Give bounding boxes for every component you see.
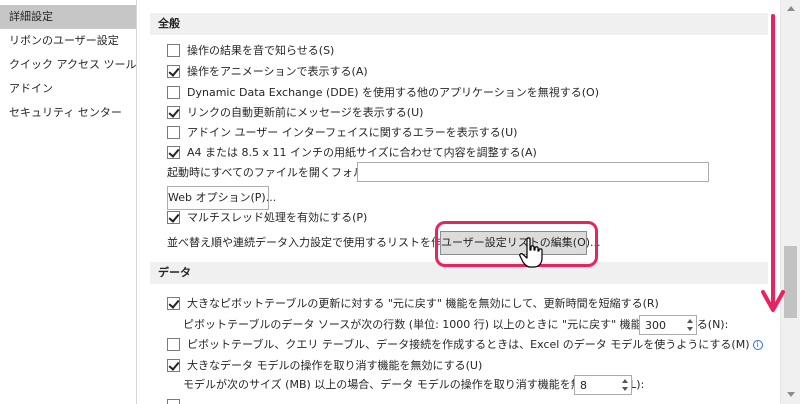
option-label-text: ピボットテーブル、クエリ テーブル、データ接続を作成するときは、Excel のデ… — [187, 338, 750, 351]
spinner-arrows[interactable] — [619, 376, 631, 394]
sidebar-item-advanced[interactable]: 詳細設定 — [0, 5, 136, 29]
scroll-up-icon[interactable] — [787, 6, 795, 11]
checkbox[interactable] — [167, 65, 180, 78]
option-label: アドイン ユーザー インターフェイスに関するエラーを表示する(U) — [187, 126, 518, 139]
spinner-up-icon[interactable] — [687, 319, 693, 323]
checkbox[interactable] — [167, 359, 180, 372]
option-prefer-data-model[interactable]: ピボットテーブル、クエリ テーブル、データ接続を作成するときは、Excel のデ… — [167, 336, 767, 354]
sidebar-item-quick-access-toolbar[interactable]: クイック アクセス ツール バー — [0, 53, 162, 77]
option-label: 操作をアニメーションで表示する(A) — [187, 65, 368, 78]
custom-list-label: 並べ替え順や連続データ入力設定で使用するリストを作成します: — [167, 236, 490, 249]
checkbox[interactable] — [167, 146, 180, 159]
option-animation[interactable]: 操作をアニメーションで表示する(A) — [167, 63, 767, 81]
spinner-down-icon[interactable] — [687, 327, 693, 331]
sidebar-item-label: アドイン — [9, 82, 53, 95]
checkbox[interactable] — [167, 211, 180, 224]
spinner-value: 8 — [580, 379, 587, 392]
web-options-button[interactable]: Web オプション(P)... — [167, 186, 276, 210]
sidebar-item-addins[interactable]: アドイン — [0, 77, 136, 101]
checkbox[interactable] — [167, 86, 180, 99]
options-main-panel: 全般 操作の結果を音で知らせる(S) 操作をアニメーションで表示する(A) Dy… — [138, 0, 780, 404]
checkbox[interactable] — [167, 106, 180, 119]
hand-cursor-icon — [519, 237, 543, 268]
info-icon[interactable]: i — [752, 340, 763, 350]
option-label: Dynamic Data Exchange (DDE) を使用する他のアプリケー… — [187, 86, 600, 99]
checkbox[interactable] — [167, 338, 180, 351]
checkbox[interactable] — [167, 297, 180, 310]
option-label: マルチスレッド処理を有効にする(P) — [187, 211, 368, 224]
checkbox[interactable] — [167, 44, 180, 57]
option-disable-pivot-undo[interactable]: 大きなピボットテーブルの更新に対する "元に戻す" 機能を無効にして、更新時間を… — [167, 295, 767, 313]
startup-folder-label: 起動時にすべてのファイルを開くフォルダー(L): — [167, 166, 405, 179]
section-header-general: 全般 — [150, 13, 768, 35]
option-addin-ui-errors[interactable]: アドイン ユーザー インターフェイスに関するエラーを表示する(U) — [167, 124, 767, 142]
model-size-threshold-label: モデルが次のサイズ (MB) 以上の場合、データ モデルの操作を取り消す機能を無… — [183, 378, 645, 391]
annotation-highlight-box — [435, 221, 598, 267]
option-disable-model-undo[interactable]: 大きなデータ モデルの操作を取り消す機能を無効にする(U) — [167, 357, 767, 375]
annotation-down-arrow-icon — [761, 14, 785, 312]
sidebar-item-label: リボンのユーザー設定 — [9, 34, 119, 47]
pivot-rows-threshold-label: ピボットテーブルのデータ ソースが次の行数 (単位: 1000 行) 以上のとき… — [183, 318, 729, 331]
scroll-down-icon[interactable] — [787, 392, 795, 397]
option-label: 大きなピボットテーブルの更新に対する "元に戻す" 機能を無効にして、更新時間を… — [187, 297, 659, 310]
option-label: A4 または 8.5 x 11 インチの用紙サイズに合わせて内容を調整する(A) — [187, 146, 537, 159]
option-label: ピボットテーブル、クエリ テーブル、データ接続を作成するときは、Excel のデ… — [187, 336, 763, 354]
checkbox[interactable] — [167, 399, 180, 404]
spinner-arrows[interactable] — [684, 316, 696, 334]
option-link-update-prompt[interactable]: リンクの自動更新前にメッセージを表示する(U) — [167, 104, 767, 122]
startup-folder-input[interactable] — [357, 162, 709, 182]
pivot-rows-threshold-spinner[interactable]: 300 — [639, 315, 697, 335]
option-label: リンクの自動更新前にメッセージを表示する(U) — [187, 106, 424, 119]
option-sound-feedback[interactable]: 操作の結果を音で知らせる(S) — [167, 42, 767, 60]
sidebar-item-label: セキュリティ センター — [9, 106, 122, 119]
options-sidebar: 詳細設定 リボンのユーザー設定 クイック アクセス ツール バー アドイン セキ… — [0, 0, 162, 404]
spinner-up-icon[interactable] — [622, 379, 628, 383]
option-label: 操作の結果を音で知らせる(S) — [187, 44, 335, 57]
checkbox[interactable] — [167, 126, 180, 139]
sidebar-item-label: 詳細設定 — [9, 10, 53, 23]
option-label: 大きなデータ モデルの操作を取り消す機能を無効にする(U) — [187, 359, 483, 372]
spinner-down-icon[interactable] — [622, 387, 628, 391]
option-partially-hidden[interactable] — [167, 397, 767, 404]
option-scale-paper-size[interactable]: A4 または 8.5 x 11 インチの用紙サイズに合わせて内容を調整する(A) — [167, 144, 767, 162]
sidebar-item-customize-ribbon[interactable]: リボンのユーザー設定 — [0, 29, 136, 53]
option-ignore-dde[interactable]: Dynamic Data Exchange (DDE) を使用する他のアプリケー… — [167, 84, 767, 102]
model-size-threshold-spinner[interactable]: 8 — [574, 375, 632, 395]
spinner-value: 300 — [645, 319, 666, 332]
sidebar-item-trust-center[interactable]: セキュリティ センター — [0, 101, 136, 125]
